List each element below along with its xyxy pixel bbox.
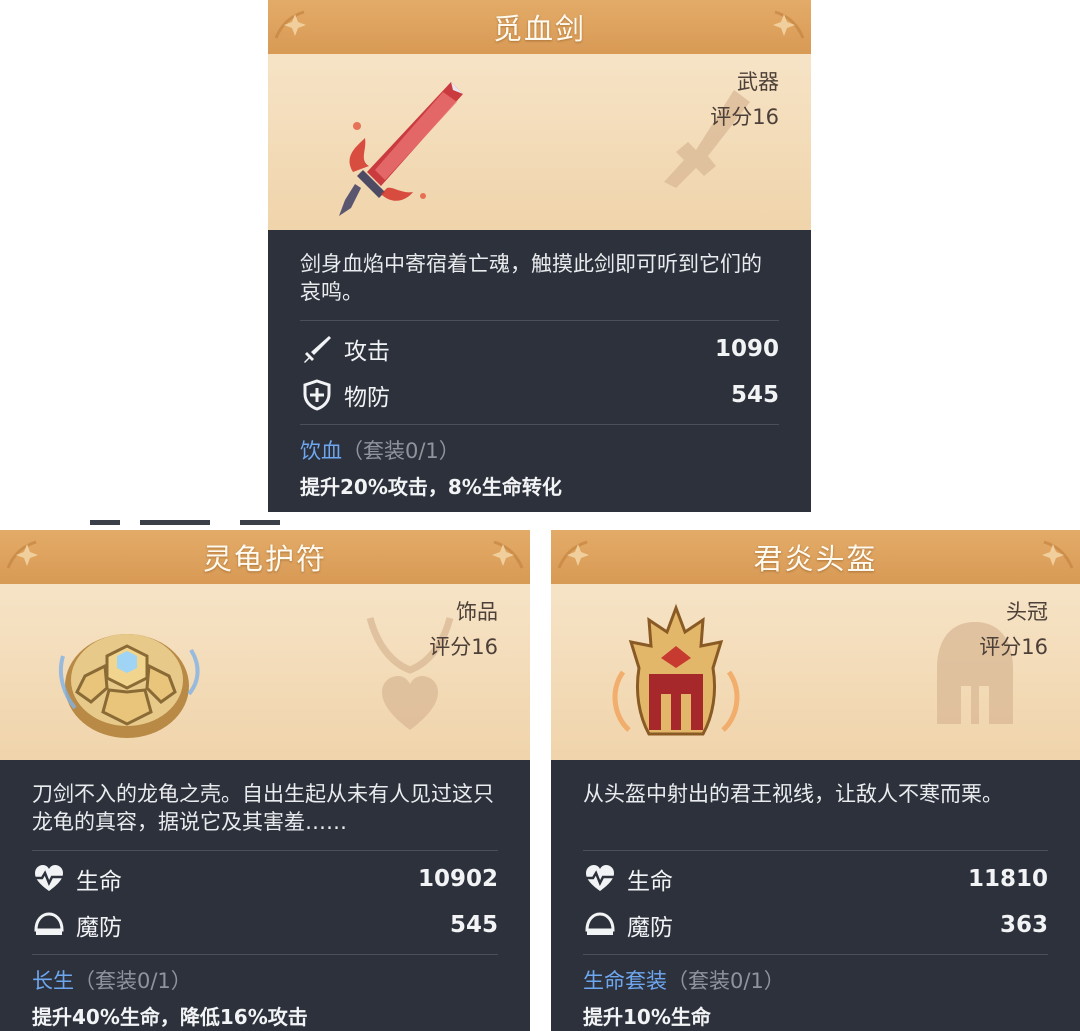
item-description: 刀剑不入的龙龟之壳。自出生起从未有人见过这只龙龟的真容，据说它及其害羞…… [32, 782, 494, 834]
stat-row-attack: 攻击 1090 [300, 326, 779, 372]
stat-row-magic-defense: 魔防 545 [32, 902, 498, 948]
ornament-icon [274, 8, 314, 46]
stat-row-hp: 生命 11810 [583, 856, 1048, 902]
stat-row-magic-defense: 魔防 363 [583, 902, 1048, 948]
stat-row-hp: 生命 10902 [32, 856, 498, 902]
card-header: 觅血剑 [268, 0, 811, 54]
ornament-icon [484, 538, 524, 576]
accessory-slot-icon [366, 617, 454, 730]
item-card-blood-sword: 觅血剑 武器 评分16 剑身血焰中寄宿着亡魂，触摸此剑即可听到它们的哀鸣。 攻击 [268, 0, 811, 512]
turtle-amulet-image [58, 634, 200, 738]
item-art-panel: 饰品 评分16 [0, 584, 530, 760]
ornament-icon [557, 538, 597, 576]
stat-name: 物防 [344, 385, 390, 411]
set-count: （套装0/1） [342, 439, 460, 463]
item-card-flame-helmet: 君炎头盔 头冠 评分16 从头盔中射出的君王视线，让敌人不寒而栗。 生命 118… [551, 530, 1080, 1031]
item-score: 评分16 [710, 105, 779, 129]
stat-row-physical-defense: 物防 545 [300, 372, 779, 418]
set-bonus-line: 长生（套装0/1） [32, 965, 498, 995]
heart-pulse-icon [583, 862, 617, 896]
card-header: 君炎头盔 [551, 530, 1080, 584]
set-effect: 提升20%攻击，8%生命转化 [300, 475, 562, 499]
blood-sword-image [339, 82, 463, 216]
set-bonus-line: 饮血（套装0/1） [300, 435, 779, 465]
set-effect: 提升40%生命，降低16%攻击 [32, 1005, 308, 1029]
sword-icon [300, 332, 334, 366]
stat-name: 魔防 [76, 915, 122, 941]
item-details: 从头盔中射出的君王视线，让敌人不寒而栗。 生命 11810 魔防 363 生命套… [551, 760, 1080, 1031]
divider [32, 954, 498, 955]
stat-list: 攻击 1090 物防 545 [300, 321, 779, 424]
set-name: 饮血 [300, 439, 342, 463]
ornament-icon [6, 538, 46, 576]
cropped-edge-fragment [90, 520, 280, 525]
stat-value: 11810 [967, 866, 1048, 892]
item-score: 评分16 [979, 635, 1048, 659]
item-card-turtle-amulet: 灵龟护符 饰品 评分16 刀剑不入的龙龟之壳。自出生起从未有人见过这只龙龟的真容… [0, 530, 530, 1031]
item-type: 武器 [737, 70, 779, 94]
divider [300, 424, 779, 425]
stat-value: 545 [449, 912, 498, 938]
set-bonus-line: 生命套装（套装0/1） [583, 965, 1048, 995]
item-title: 君炎头盔 [753, 542, 878, 576]
item-type: 头冠 [1006, 600, 1048, 624]
item-score: 评分16 [429, 635, 498, 659]
stat-value: 1090 [714, 336, 779, 362]
item-details: 刀剑不入的龙龟之壳。自出生起从未有人见过这只龙龟的真容，据说它及其害羞…… 生命… [0, 760, 530, 1031]
item-art-panel: 武器 评分16 [268, 54, 811, 230]
item-description: 剑身血焰中寄宿着亡魂，触摸此剑即可听到它们的哀鸣。 [300, 252, 762, 304]
stat-list: 生命 11810 魔防 363 [583, 851, 1048, 954]
stat-name: 魔防 [627, 915, 673, 941]
stat-list: 生命 10902 魔防 545 [32, 851, 498, 954]
divider [583, 954, 1048, 955]
stat-name: 生命 [76, 869, 122, 895]
ornament-icon [1034, 538, 1074, 576]
stat-name: 攻击 [344, 339, 390, 365]
set-count: （套装0/1） [74, 969, 192, 993]
stat-value: 10902 [417, 866, 498, 892]
item-type: 饰品 [456, 600, 498, 624]
set-effect: 提升10%生命 [583, 1005, 711, 1029]
magic-defense-icon [583, 908, 617, 942]
item-title: 觅血剑 [492, 12, 586, 46]
set-name: 长生 [32, 969, 74, 993]
heart-pulse-icon [32, 862, 66, 896]
set-count: （套装0/1） [667, 969, 785, 993]
item-title: 灵龟护符 [202, 542, 327, 576]
stat-value: 545 [730, 382, 779, 408]
flame-helmet-image [612, 603, 740, 736]
item-description: 从头盔中射出的君王视线，让敌人不寒而栗。 [583, 782, 1003, 806]
stat-name: 生命 [627, 869, 673, 895]
stat-value: 363 [999, 912, 1048, 938]
ornament-icon [765, 8, 805, 46]
card-header: 灵龟护符 [0, 530, 530, 584]
magic-defense-icon [32, 908, 66, 942]
shield-icon [300, 378, 334, 412]
set-name: 生命套装 [583, 969, 667, 993]
item-details: 剑身血焰中寄宿着亡魂，触摸此剑即可听到它们的哀鸣。 攻击 1090 物防 545… [268, 230, 811, 512]
item-art-panel: 头冠 评分16 [551, 584, 1080, 760]
